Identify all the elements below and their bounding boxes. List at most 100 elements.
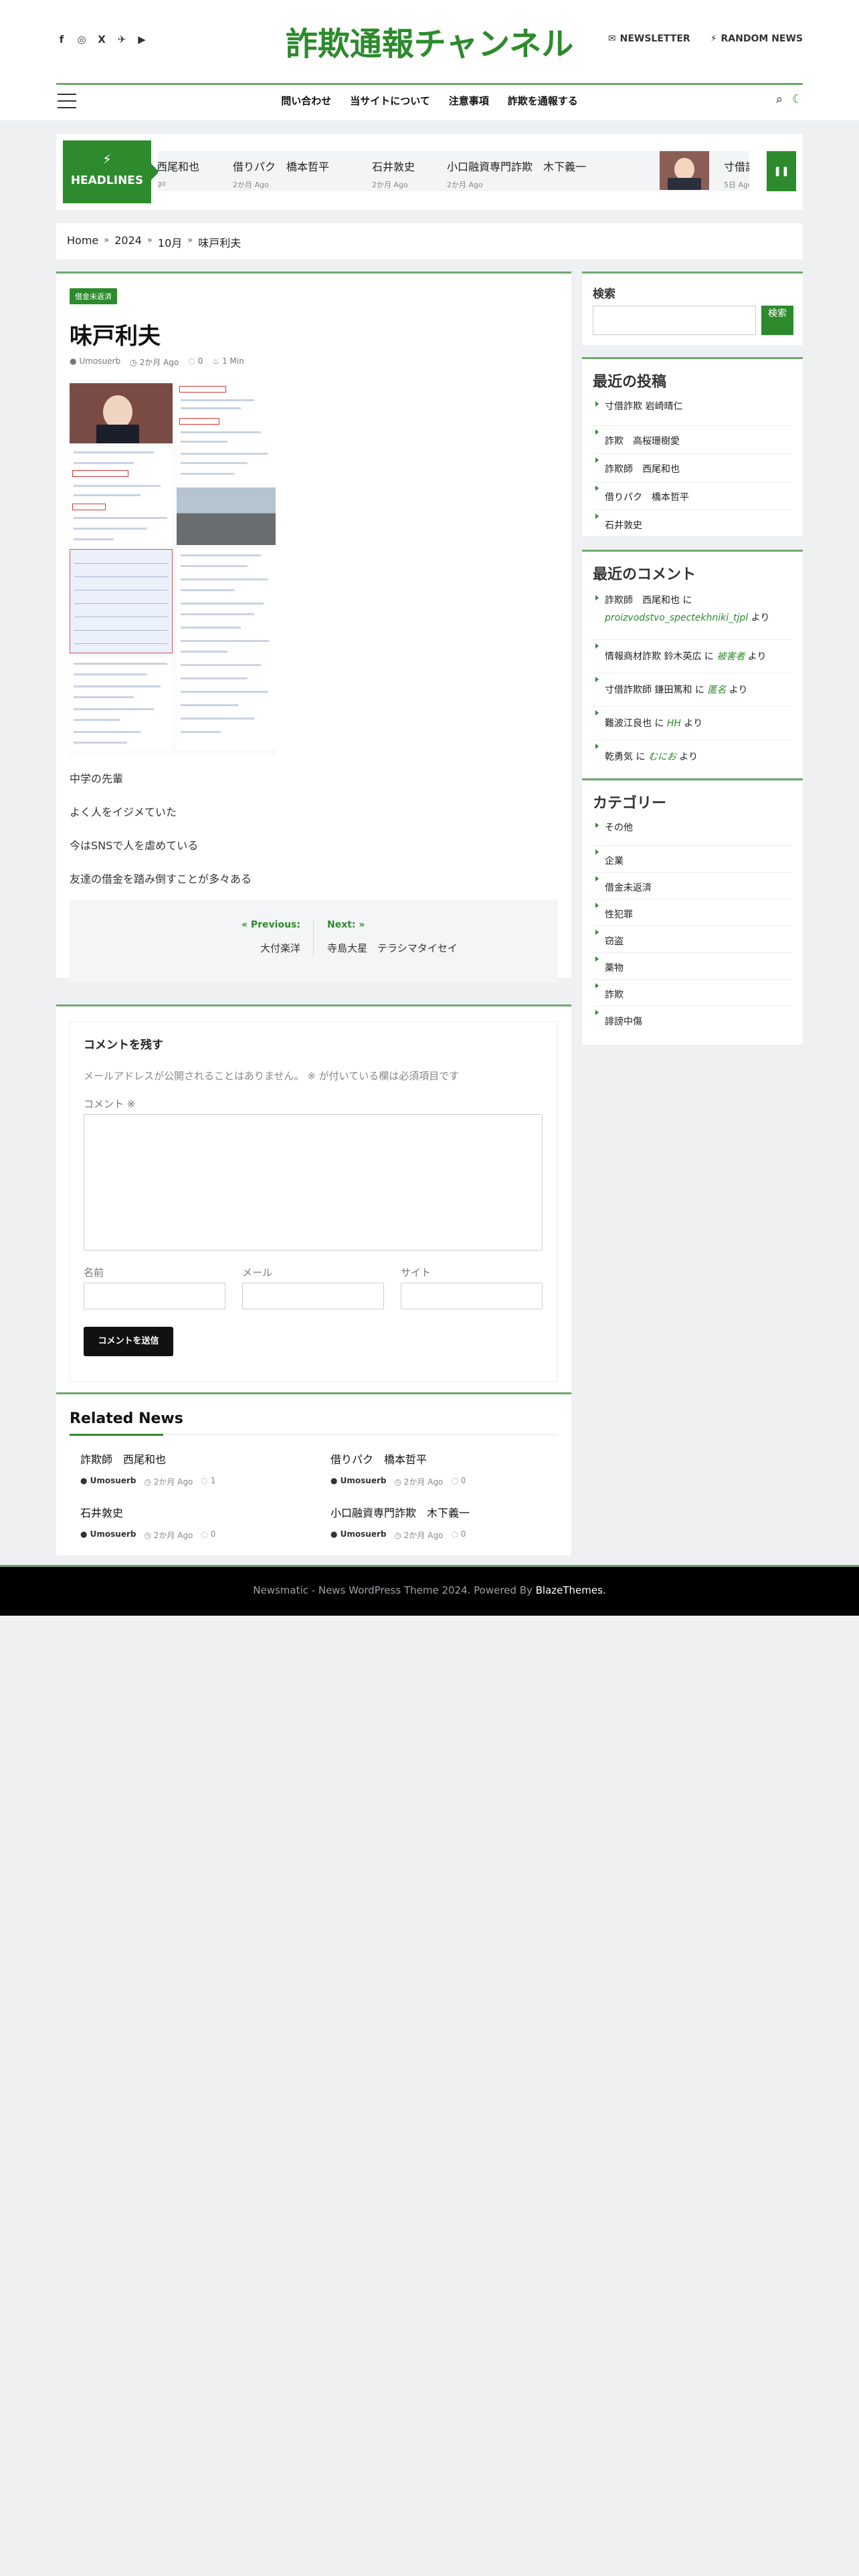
email-label: メール xyxy=(242,1267,273,1279)
submit-comment-button[interactable]: コメントを送信 xyxy=(84,1327,173,1356)
recent-post-item[interactable]: 詐欺師 西尾和也 xyxy=(593,454,792,482)
breadcrumb-home[interactable]: Home xyxy=(67,234,98,249)
category-item[interactable]: 薬物 xyxy=(593,953,792,980)
related-item-author: Umosuerb xyxy=(90,1529,136,1539)
clock-icon: ◷ xyxy=(144,1477,154,1487)
recent-post-item[interactable]: 借りパク 橋本哲平 xyxy=(593,482,792,510)
related-item: 借りパク 橋本哲平 ● Umosuerb ◷ 2か月 Ago ◌ 0 xyxy=(330,1451,551,1487)
next-post-link[interactable]: Next: » 寺島大星 テラシマタイセイ xyxy=(327,920,458,955)
category-item[interactable]: 詐欺 xyxy=(593,980,792,1006)
recent-comment-item: 情報商材詐欺 鈴木英広 に 被害者 より xyxy=(593,640,792,673)
sidebar-search: 検索 検索 xyxy=(582,272,803,345)
comment-icon: ◌ xyxy=(201,1529,211,1539)
mail-icon: ✉ xyxy=(607,33,616,44)
email-field[interactable] xyxy=(242,1283,384,1309)
site-footer: Newsmatic - News WordPress Theme 2024. P… xyxy=(0,1565,859,1616)
category-item[interactable]: 性犯罪 xyxy=(593,899,792,926)
ticker-thumbnail[interactable] xyxy=(660,151,709,190)
related-item-author: Umosuerb xyxy=(90,1476,136,1485)
related-item-title[interactable]: 借りパク 橋本哲平 xyxy=(330,1453,427,1466)
category-item[interactable]: その他 xyxy=(593,819,792,846)
site-label: サイト xyxy=(401,1267,432,1279)
name-field[interactable] xyxy=(84,1283,225,1309)
user-icon: ● xyxy=(330,1529,341,1539)
menu-item-about[interactable]: 当サイトについて xyxy=(350,94,430,108)
breadcrumb-year[interactable]: 2024 xyxy=(114,234,142,249)
related-item-title[interactable]: 石井敦史 xyxy=(80,1507,123,1519)
breadcrumb-month[interactable]: 10月 xyxy=(158,234,182,249)
comment-author-link[interactable]: 匿名 xyxy=(707,685,726,695)
related-item-title[interactable]: 小口融資専門詐欺 木下義一 xyxy=(330,1507,470,1519)
read-time-text: 1 Min xyxy=(222,356,244,366)
search-icon[interactable]: ⌕ xyxy=(776,92,783,106)
site-header: f ◎ X ✈ ▶ 詐欺通報チャンネル ✉ NEWSLETTER ⚡ RANDOM … xyxy=(0,0,859,120)
pause-icon[interactable]: ❚❚ xyxy=(767,151,796,191)
recent-comment-item: 乾勇気 に むにお より xyxy=(593,740,792,774)
post-paragraph: 友達の借金を踏み倒すことが多々ある xyxy=(70,873,252,885)
random-news-link[interactable]: ⚡ RANDOM NEWS xyxy=(710,33,803,44)
next-label: Next: xyxy=(327,920,356,930)
comment-post-link[interactable]: 乾勇気 xyxy=(605,752,633,762)
ticker-track: 西尾和也 go 借りパク 橋本哲平 2か月 Ago 石井敦史 2か月 Ago 小口融資… xyxy=(158,151,749,191)
recent-post-item[interactable]: 寸借詐欺 岩崎晴仁 xyxy=(593,398,792,426)
category-item[interactable]: 借金未返済 xyxy=(593,873,792,899)
category-badge[interactable]: 借金未返済 xyxy=(70,288,117,304)
article: 借金未返済 味戸利夫 ● Umosuerb ◷ 2か月 Ago ◌ 0 ♨ 1 Min xyxy=(56,272,571,982)
comment-on-text: に xyxy=(701,651,717,662)
menu-item-notes[interactable]: 注意事項 xyxy=(449,94,489,108)
comment-icon: ◌ xyxy=(188,356,195,366)
image-screenshot-panel xyxy=(177,549,276,750)
related-news: Related News 詐欺師 西尾和也 ● Umosuerb ◷ 2か月 Ag… xyxy=(56,1392,571,1555)
ticker-item[interactable]: 西尾和也 go xyxy=(158,158,199,188)
ticker-item-ago: 2か月 Ago xyxy=(233,181,269,189)
breadcrumb: Home » 2024 » 10月 » 味戸利夫 xyxy=(56,223,803,259)
search-input[interactable] xyxy=(593,306,756,335)
comment-author-link[interactable]: 被害者 xyxy=(717,651,745,662)
previous-post-link[interactable]: « Previous: 大付楽洋 xyxy=(242,920,300,955)
search-button[interactable]: 検索 xyxy=(761,306,793,335)
ticker-item-ago: 2か月 Ago xyxy=(372,181,408,189)
related-item-author: Umosuerb xyxy=(340,1529,387,1539)
comment-author-link[interactable]: HH xyxy=(667,718,681,729)
category-item[interactable]: 誹謗中傷 xyxy=(593,1006,792,1033)
clock-icon: ◷ xyxy=(394,1531,404,1540)
ticker-item[interactable]: 借りパク 橋本哲平 2か月 Ago xyxy=(233,158,329,190)
menu-item-contact[interactable]: 問い合わせ xyxy=(281,94,331,108)
moon-icon[interactable]: ☾ xyxy=(792,92,803,106)
recent-post-item[interactable]: 詐欺 高桜珊樹愛 xyxy=(593,426,792,454)
comment-post-link[interactable]: 難波江良也 xyxy=(605,718,652,729)
comment-post-link[interactable]: 詐欺師 西尾和也 xyxy=(605,595,680,606)
comment-icon: ◌ xyxy=(451,1529,461,1539)
recent-posts-title: 最近の投稿 xyxy=(593,374,667,391)
comment-suffix: より xyxy=(676,752,698,762)
newsletter-link[interactable]: ✉ NEWSLETTER xyxy=(608,33,690,44)
ticker-item[interactable]: 寸借詐欺 岩崎晴仁 5日 Ago xyxy=(724,158,749,190)
ticker-item-ago: 5日 Ago xyxy=(724,181,749,189)
breadcrumb-current: 味戸利夫 xyxy=(198,237,242,249)
image-screenshot-panel xyxy=(70,447,173,546)
post-author[interactable]: ● Umosuerb xyxy=(70,356,120,368)
comment-author-link[interactable]: proizvodstvo_spectekhniki_tjpl xyxy=(605,613,748,623)
related-item: 詐欺師 西尾和也 ● Umosuerb ◷ 2か月 Ago ◌ 1 xyxy=(80,1451,301,1487)
recent-post-item[interactable]: 石井敦史 xyxy=(593,510,792,538)
related-item-title[interactable]: 詐欺師 西尾和也 xyxy=(80,1453,166,1466)
ticker-item[interactable]: 石井敦史 2か月 Ago xyxy=(372,158,415,190)
comment-textarea[interactable] xyxy=(84,1114,543,1251)
comment-post-link[interactable]: 情報商材詐欺 鈴木英広 xyxy=(605,651,701,662)
main-menu: 問い合わせ 当サイトについて 注意事項 詐欺を通報する xyxy=(0,94,859,108)
comment-post-link[interactable]: 寸借詐欺師 鎌田篤和 xyxy=(605,685,692,695)
footer-brand-link[interactable]: BlazeThemes. xyxy=(536,1584,606,1596)
date-text: 2か月 Ago xyxy=(139,358,179,367)
post-comments[interactable]: ◌ 0 xyxy=(188,356,203,368)
menu-item-report[interactable]: 詐欺を通報する xyxy=(508,94,578,108)
ticker-item[interactable]: 小口融資専門詐欺 木下義一 2か月 Ago xyxy=(447,158,586,190)
image-screenshot-panel xyxy=(70,657,173,751)
website-field[interactable] xyxy=(401,1283,543,1309)
comment-author-link[interactable]: むにお xyxy=(648,752,676,762)
previous-label: Previous: xyxy=(250,920,300,930)
comment-count: 0 xyxy=(197,356,203,366)
category-item[interactable]: 窃盗 xyxy=(593,926,792,953)
next-post-title: 寺島大星 テラシマタイセイ xyxy=(327,942,458,954)
related-news-underline xyxy=(70,1434,558,1436)
category-item[interactable]: 企業 xyxy=(593,846,792,873)
